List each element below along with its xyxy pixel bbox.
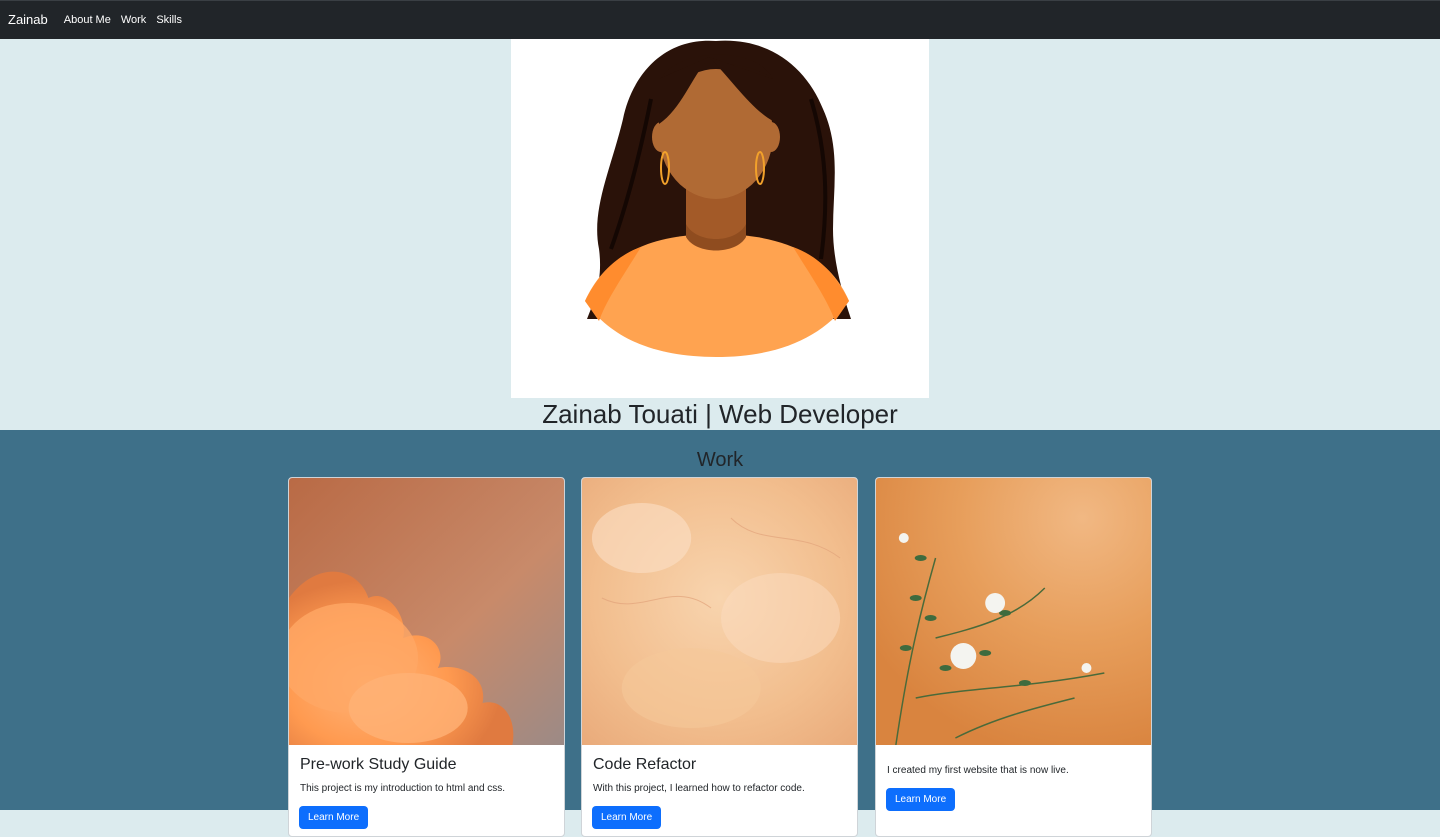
card-text: I created my first website that is now l… [887, 765, 1069, 776]
learn-more-button[interactable]: Learn More [299, 806, 369, 829]
avatar-illustration [585, 40, 851, 357]
learn-more-button[interactable]: Learn More [592, 806, 662, 829]
card-text: With this project, I learned how to refa… [593, 783, 805, 794]
card-image-texture [582, 478, 857, 745]
nav-link-skills[interactable]: Skills [156, 14, 182, 26]
work-section: Work Pre-work Study Guide This project i… [0, 430, 1440, 837]
card-image-clouds [289, 478, 564, 745]
avatar-image [511, 39, 929, 398]
card-image-flowers [876, 478, 1151, 745]
learn-more-button[interactable]: Learn More [886, 788, 956, 811]
navbar: Zainab About Me Work Skills [0, 0, 1440, 39]
page-title: Zainab Touati | Web Developer [542, 399, 898, 429]
work-heading: Work [696, 449, 744, 471]
project-card: Pre-work Study Guide This project is my … [288, 477, 565, 837]
hero-section: Zainab Touati | Web Developer [0, 39, 1440, 430]
card-title: Code Refactor [593, 756, 697, 773]
card-title: Pre-work Study Guide [300, 756, 457, 773]
navbar-brand[interactable]: Zainab [8, 12, 48, 27]
project-card: Code Refactor With this project, I learn… [581, 477, 858, 837]
nav-link-about-me[interactable]: About Me [64, 14, 111, 26]
card-text: This project is my introduction to html … [300, 783, 506, 794]
project-card: I created my first website that is now l… [875, 477, 1152, 837]
nav-link-work[interactable]: Work [121, 14, 146, 26]
